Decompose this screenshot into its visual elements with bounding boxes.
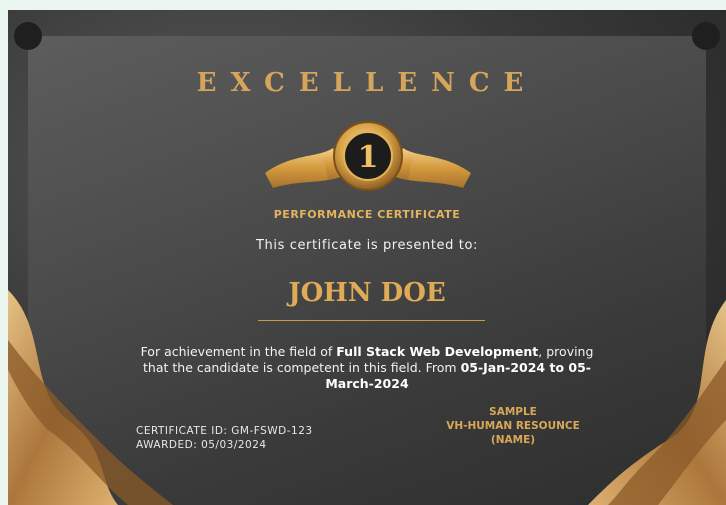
name-underline bbox=[258, 320, 485, 321]
right-gold-wave bbox=[588, 300, 726, 505]
description-text: For achievement in the field of bbox=[140, 344, 337, 359]
certificate-meta: CERTIFICATE ID: GM-FSWD-123 AWARDED: 05/… bbox=[136, 424, 313, 452]
certificate-subtitle: PERFORMANCE CERTIFICATE bbox=[273, 208, 461, 221]
description-field: Full Stack Web Development bbox=[336, 344, 539, 359]
signatory-line: SAMPLE bbox=[489, 406, 537, 418]
signatory-block: SAMPLE VH-HUMAN RESOUNCE (NAME) bbox=[418, 405, 608, 447]
certificate-title: EXCELLENCE bbox=[196, 68, 538, 98]
presented-to-text: This certificate is presented to: bbox=[256, 238, 478, 253]
certificate-id: CERTIFICATE ID: GM-FSWD-123 bbox=[136, 425, 313, 437]
medal-ribbon-icon: 1 bbox=[265, 121, 471, 191]
signatory-line: VH-HUMAN RESOUNCE bbox=[446, 420, 580, 432]
corner-notch bbox=[14, 22, 42, 50]
awarded-date: AWARDED: 05/03/2024 bbox=[136, 439, 267, 451]
certificate: EXCELLENCE 1 PERFORMANCE CERTIFICATE Thi… bbox=[8, 10, 726, 505]
recipient-name: JOHN DOE bbox=[288, 278, 446, 308]
certificate-description: For achievement in the field of Full Sta… bbox=[130, 344, 604, 392]
medal-number: 1 bbox=[358, 140, 379, 175]
corner-notch bbox=[692, 22, 720, 50]
signatory-line: (NAME) bbox=[490, 434, 536, 446]
